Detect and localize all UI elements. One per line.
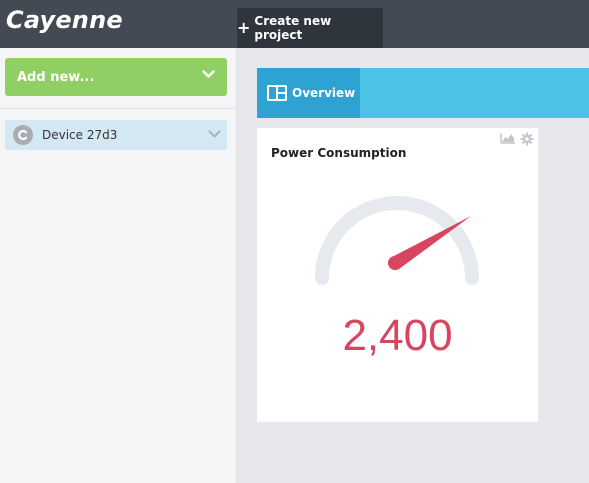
dashboard-tab-bar: Overview <box>257 68 589 118</box>
gear-icon[interactable] <box>520 132 534 146</box>
add-new-button[interactable]: Add new... <box>5 58 227 96</box>
sidebar-item-device[interactable]: Device 27d3 <box>5 120 227 150</box>
chevron-down-icon <box>202 70 215 78</box>
gauge-value: 2,400 <box>342 311 453 360</box>
chevron-down-icon[interactable] <box>208 130 221 139</box>
widget-toolbar <box>500 132 534 146</box>
dashboard-icon <box>267 85 287 101</box>
tab-overview-label: Overview <box>292 86 356 100</box>
chart-icon[interactable] <box>500 132 516 144</box>
device-name: Device 27d3 <box>42 128 118 142</box>
gauge <box>315 196 479 285</box>
sidebar: Add new... Device 27d3 <box>0 48 237 483</box>
top-bar: Cayenne + Create new project <box>0 0 589 48</box>
power-consumption-widget: Power Consumption 2,400 <box>257 128 538 422</box>
add-new-label: Add new... <box>17 69 95 85</box>
plus-icon: + <box>237 18 251 37</box>
sidebar-divider <box>0 108 237 109</box>
device-icon <box>13 125 33 145</box>
tab-overview[interactable]: Overview <box>257 68 360 118</box>
widget-title: Power Consumption <box>271 146 407 160</box>
create-project-button[interactable]: + Create new project <box>237 8 383 48</box>
app-logo[interactable]: Cayenne <box>6 6 123 34</box>
create-project-label: Create new project <box>254 14 332 42</box>
